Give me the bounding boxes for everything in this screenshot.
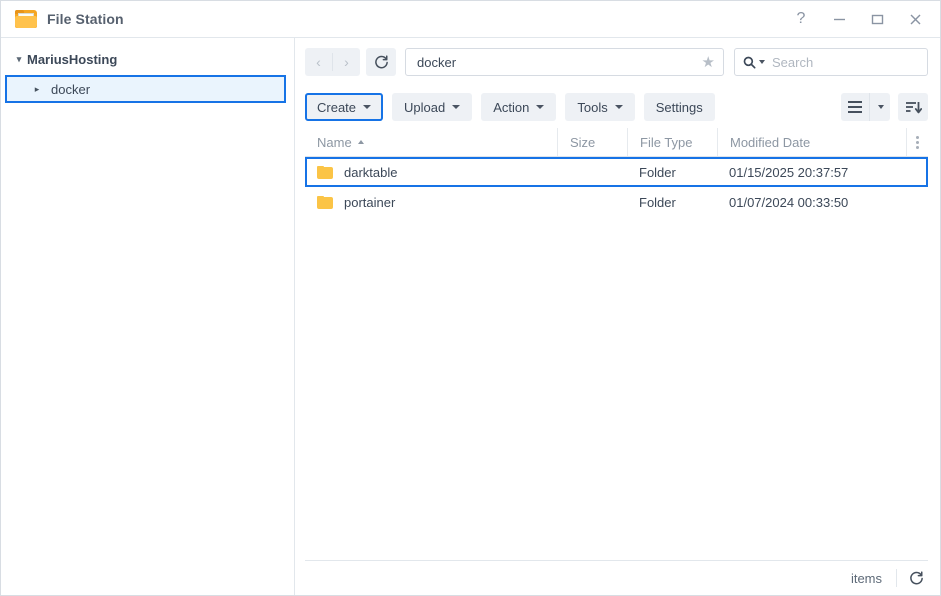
cell-file-type: Folder (639, 164, 676, 180)
minimize-icon (833, 18, 845, 20)
sidebar-item-mariushosting[interactable]: ▾ MariusHosting (1, 48, 294, 70)
search-placeholder: Search (772, 54, 814, 70)
path-field[interactable]: docker ★ (405, 48, 724, 76)
cell-modified-date: 01/15/2025 20:37:57 (729, 164, 849, 180)
chevron-down-icon (878, 105, 884, 109)
cell-name: portainer (305, 195, 557, 210)
item-count-label: items (850, 570, 882, 586)
cell-name: darktable (307, 165, 557, 180)
chevron-down-icon (452, 105, 461, 109)
back-button[interactable]: ‹ (305, 48, 332, 76)
table-body: darktable Folder 01/15/2025 20:37:57 por… (305, 157, 928, 560)
column-header-modified-date-label: Modified Date (730, 134, 811, 150)
forward-button[interactable]: › (333, 48, 360, 76)
sort-button[interactable] (898, 93, 928, 121)
view-mode-group (841, 93, 890, 121)
minimize-button[interactable] (820, 4, 858, 34)
navigation-toolbar: ‹ › docker ★ Search (295, 38, 940, 86)
file-station-window: File Station ? ▾ MariusHosting ▸ docker … (0, 0, 941, 596)
table-row[interactable]: portainer Folder 01/07/2024 00:33:50 (305, 187, 928, 217)
sidebar-item-label: docker (51, 81, 91, 97)
sidebar: ▾ MariusHosting ▸ docker (1, 38, 295, 595)
sort-ascending-icon (357, 140, 364, 144)
chevron-down-icon (536, 105, 545, 109)
column-header-size-label: Size (570, 134, 596, 150)
status-refresh-button[interactable] (909, 570, 924, 586)
chevron-down-icon (614, 105, 623, 109)
column-header-file-type[interactable]: File Type (627, 128, 717, 156)
page-title: File Station (47, 11, 124, 27)
refresh-button[interactable] (366, 48, 396, 76)
view-mode-dropdown-button[interactable] (869, 93, 890, 121)
tools-button-label: Tools (577, 99, 608, 115)
favorite-star-icon[interactable]: ★ (702, 55, 715, 70)
search-filter-chevron-icon[interactable] (759, 60, 765, 64)
file-name: darktable (344, 164, 398, 180)
settings-button-label: Settings (655, 99, 703, 115)
column-header-size[interactable]: Size (557, 128, 627, 156)
status-divider (896, 569, 897, 587)
chevron-right-icon[interactable]: ▸ (29, 84, 45, 95)
chevron-down-icon (363, 105, 372, 109)
maximize-button[interactable] (858, 4, 896, 34)
action-button[interactable]: Action (481, 93, 557, 121)
column-header-file-type-label: File Type (640, 134, 693, 150)
folder-icon (317, 195, 333, 209)
close-icon (910, 14, 920, 24)
folder-icon (15, 9, 37, 29)
title-bar: File Station ? (1, 1, 940, 38)
column-header-name-label: Name (317, 134, 352, 150)
main-panel: ‹ › docker ★ Search Create Upload Action… (295, 38, 940, 595)
refresh-icon (910, 570, 923, 584)
window-body: ▾ MariusHosting ▸ docker ‹ › docker ★ Se… (1, 38, 940, 595)
sidebar-children: ▸ docker (1, 75, 294, 103)
refresh-icon (374, 54, 388, 68)
close-button[interactable] (896, 4, 934, 34)
search-input[interactable]: Search (734, 48, 928, 76)
sidebar-root-label: MariusHosting (27, 51, 118, 67)
table-header: Name Size File Type Modified Date (305, 128, 928, 157)
help-icon: ? (796, 10, 806, 27)
action-toolbar: Create Upload Action Tools Settings (295, 86, 940, 128)
maximize-icon (871, 14, 883, 24)
list-view-icon (848, 100, 862, 114)
column-header-name[interactable]: Name (305, 128, 557, 156)
path-value: docker (417, 54, 457, 70)
cell-file-type: Folder (639, 194, 676, 210)
chevron-down-icon[interactable]: ▾ (11, 54, 27, 65)
help-button[interactable]: ? (782, 4, 820, 34)
file-name: portainer (344, 194, 396, 210)
status-bar: items (305, 560, 928, 595)
sort-descending-icon (905, 101, 922, 113)
create-button-label: Create (317, 99, 357, 115)
tools-button[interactable]: Tools (565, 93, 635, 121)
settings-button[interactable]: Settings (643, 93, 715, 121)
column-options-icon (916, 135, 919, 149)
window-controls: ? (782, 4, 934, 34)
folder-icon (317, 165, 333, 179)
cell-modified-date: 01/07/2024 00:33:50 (729, 194, 849, 210)
column-options-button[interactable] (906, 128, 928, 156)
create-button[interactable]: Create (305, 93, 384, 121)
file-list: Name Size File Type Modified Date darkta… (305, 128, 928, 560)
nav-button-group: ‹ › (305, 48, 360, 76)
list-view-button[interactable] (841, 93, 869, 121)
column-header-modified-date[interactable]: Modified Date (717, 128, 906, 156)
upload-button-label: Upload (404, 99, 446, 115)
upload-button[interactable]: Upload (392, 93, 473, 121)
sidebar-item-docker[interactable]: ▸ docker (5, 75, 286, 103)
action-button-label: Action (493, 99, 530, 115)
search-icon (743, 56, 756, 69)
table-row[interactable]: darktable Folder 01/15/2025 20:37:57 (305, 157, 928, 187)
